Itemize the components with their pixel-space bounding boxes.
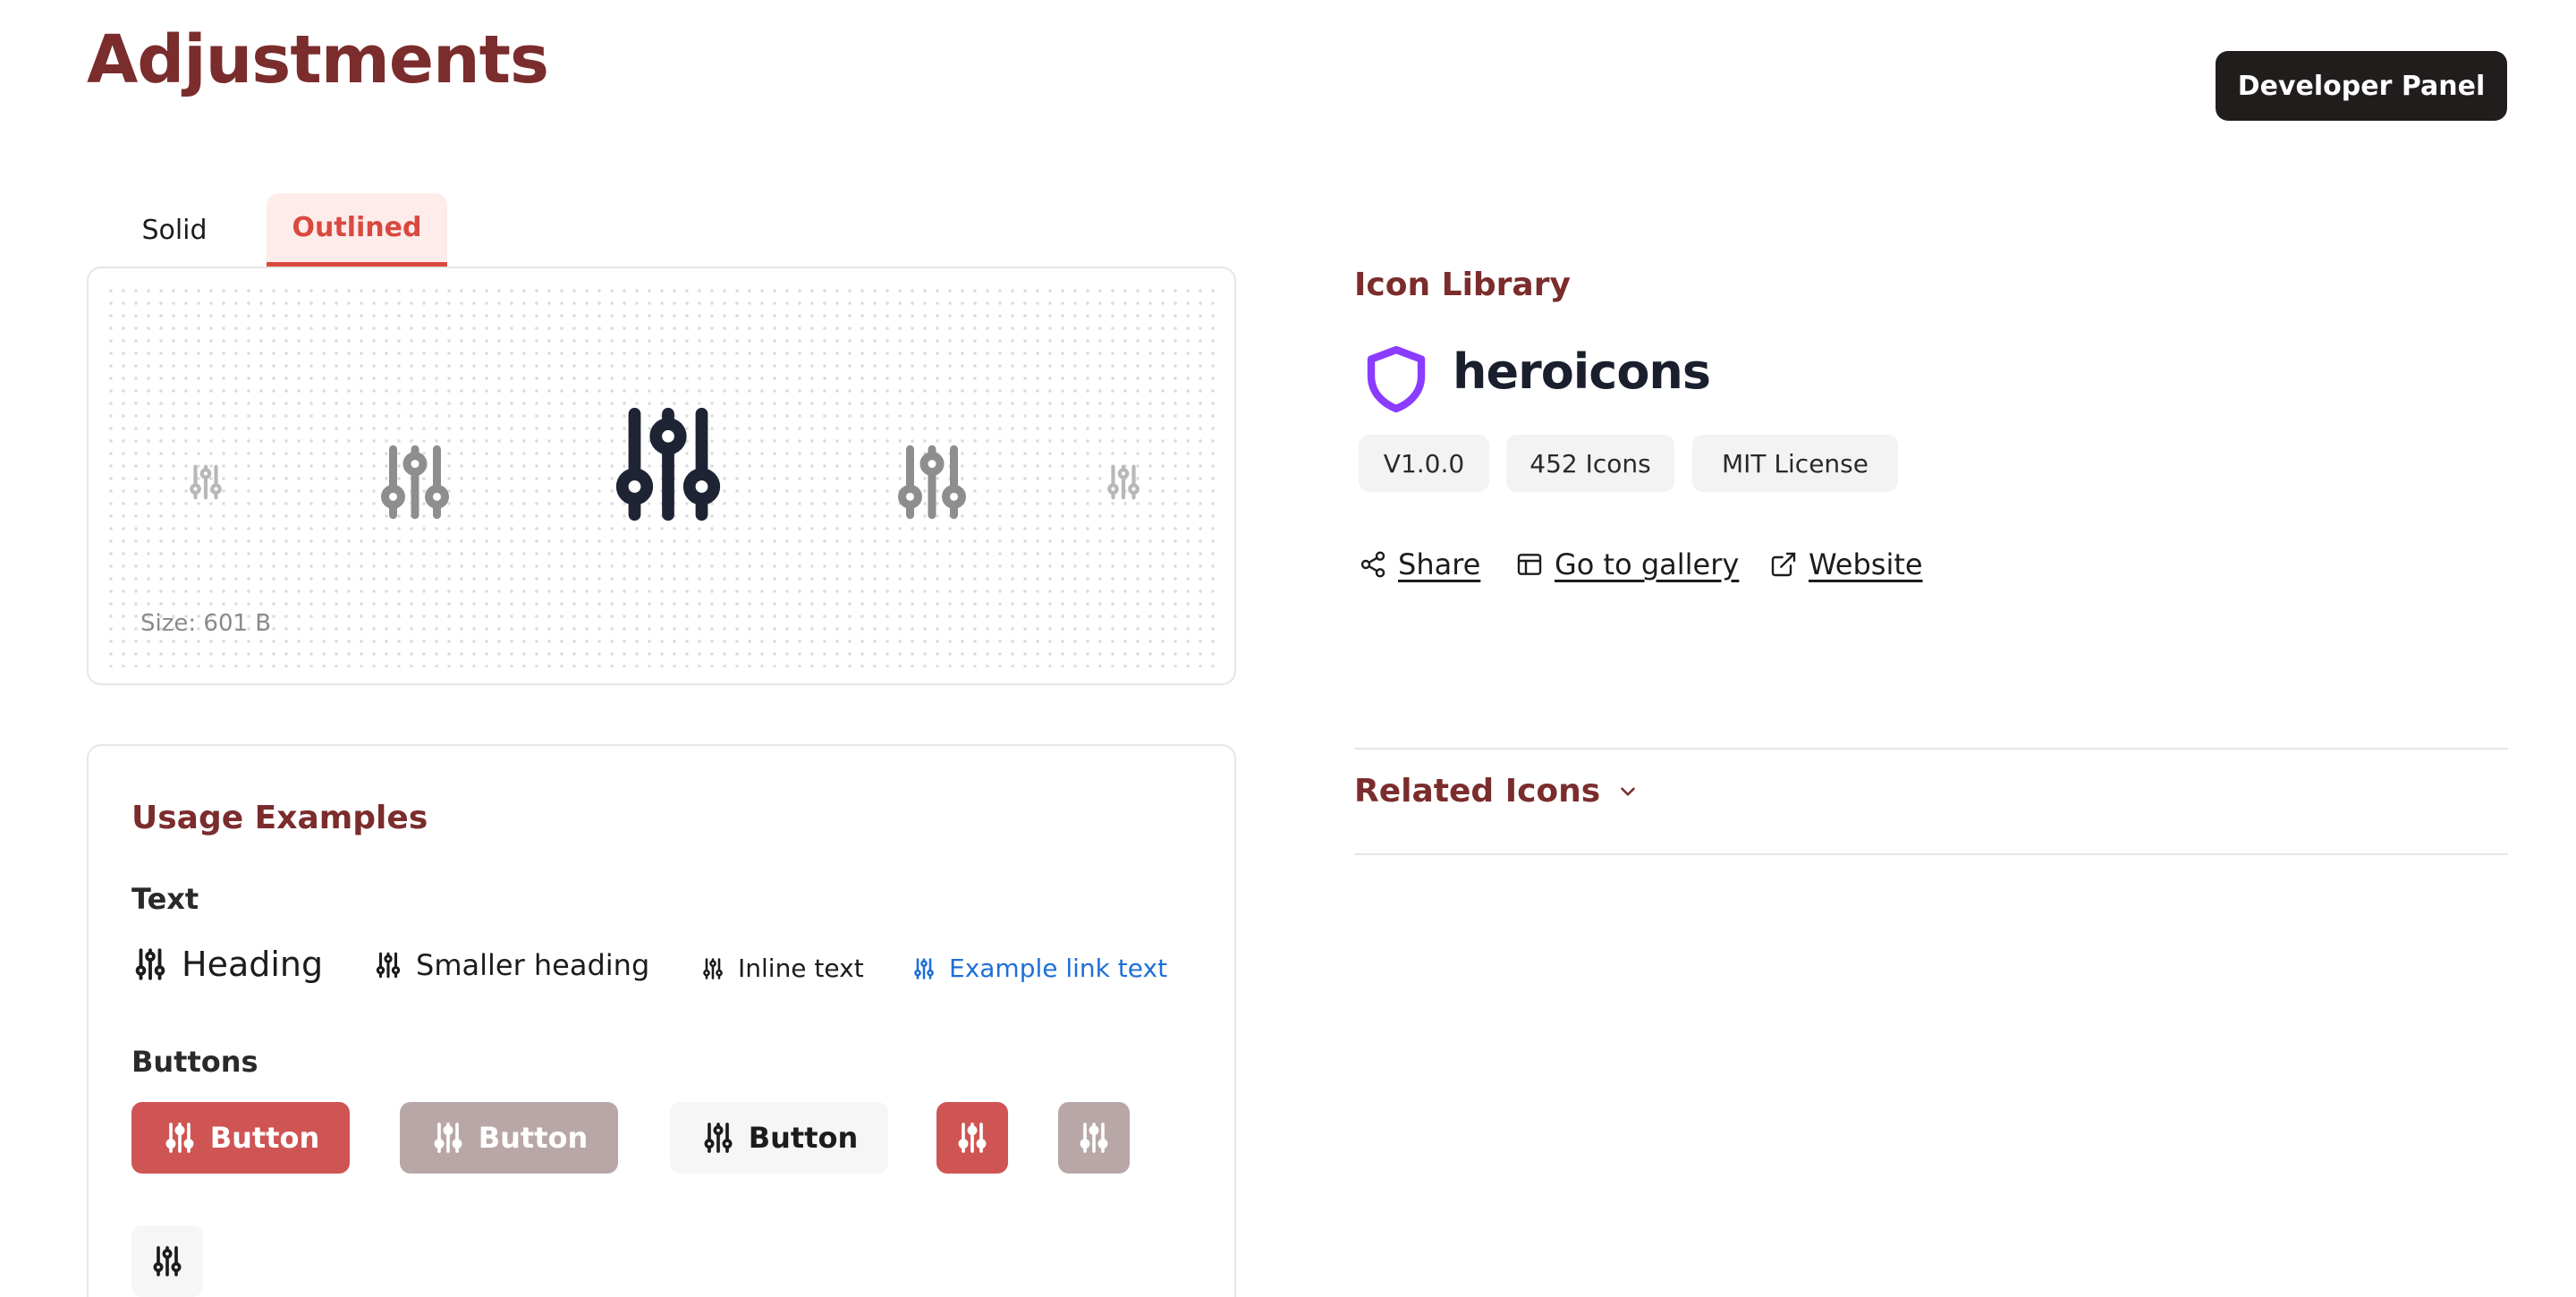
- adjustments-icon-xs-right: [1103, 462, 1144, 503]
- gallery-icon: [1517, 554, 1542, 575]
- heroicons-shield-logo-icon: [1367, 345, 1426, 413]
- license-badge: MIT License: [1692, 435, 1898, 492]
- adjustments-icon: [131, 945, 169, 983]
- text-example-heading: Heading: [131, 945, 323, 984]
- adjustments-icon: [700, 956, 725, 981]
- buttons-section-title: Buttons: [131, 1045, 258, 1079]
- example-icon-button-ghost[interactable]: [131, 1225, 203, 1297]
- adjustments-icon-lg: [601, 397, 735, 531]
- adjustments-icon: [162, 1120, 198, 1156]
- developer-panel-button[interactable]: Developer Panel: [2216, 51, 2507, 121]
- adjustments-icon-sm: [371, 438, 459, 526]
- related-icons-toggle[interactable]: Related Icons: [1354, 773, 1640, 810]
- text-example-link[interactable]: Example link text: [911, 954, 1167, 983]
- tab-outlined[interactable]: Outlined: [267, 193, 447, 267]
- usage-title: Usage Examples: [131, 800, 428, 836]
- adjustments-icon: [373, 950, 403, 980]
- external-link-icon: [1771, 552, 1796, 577]
- divider-bottom: [1354, 853, 2508, 855]
- text-example-smaller-heading: Smaller heading: [373, 948, 649, 982]
- adjustments-icon: [149, 1243, 185, 1279]
- adjustments-icon-xs: [185, 462, 226, 503]
- share-icon: [1360, 551, 1385, 578]
- adjustments-icon: [700, 1120, 736, 1156]
- version-badge: V1.0.0: [1359, 435, 1489, 492]
- icon-size-label: Size: 601 B: [140, 610, 272, 637]
- example-button-secondary[interactable]: Button: [400, 1102, 618, 1174]
- adjustments-icon: [430, 1120, 466, 1156]
- usage-examples-panel: Usage Examples Text Heading Smaller head…: [87, 744, 1236, 1297]
- text-example-inline: Inline text: [700, 954, 864, 983]
- adjustments-icon: [1076, 1120, 1112, 1156]
- example-button-primary[interactable]: Button: [131, 1102, 350, 1174]
- divider-top: [1354, 748, 2508, 750]
- website-link[interactable]: Website: [1769, 547, 1923, 581]
- adjustments-icon: [911, 956, 936, 981]
- gallery-link[interactable]: Go to gallery: [1515, 547, 1739, 581]
- text-section-title: Text: [131, 882, 199, 916]
- adjustments-icon: [954, 1120, 990, 1156]
- icon-count-badge: 452 Icons: [1506, 435, 1674, 492]
- example-button-ghost[interactable]: Button: [670, 1102, 888, 1174]
- chevron-down-icon: [1621, 786, 1636, 796]
- icon-preview-panel: Size: 601 B: [87, 267, 1236, 685]
- icon-library-heading: Icon Library: [1354, 267, 1571, 303]
- adjustments-icon-md: [888, 438, 976, 526]
- library-name: heroicons: [1453, 343, 1711, 400]
- tab-solid[interactable]: Solid: [116, 193, 233, 267]
- share-link[interactable]: Share: [1359, 547, 1480, 581]
- example-icon-button-secondary[interactable]: [1058, 1102, 1130, 1174]
- page-title: Adjustments: [87, 21, 549, 98]
- example-icon-button-primary[interactable]: [936, 1102, 1008, 1174]
